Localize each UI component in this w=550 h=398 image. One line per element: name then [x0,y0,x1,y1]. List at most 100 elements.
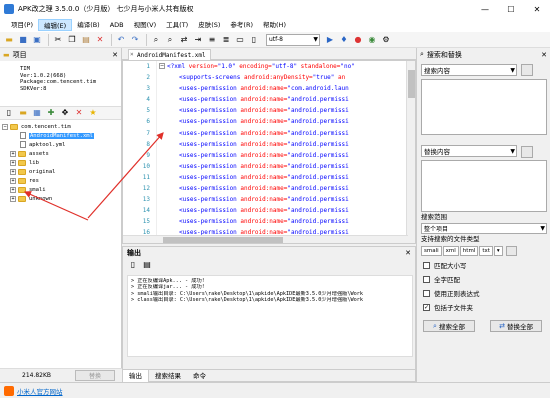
tree-item-apktool[interactable]: apktool.yml [2,140,121,149]
scroll-thumb[interactable] [163,237,283,243]
cut-icon[interactable]: ✂ [52,34,64,46]
code-line[interactable]: <supports-screens android:anyDensity="tr… [167,72,403,83]
maximize-button[interactable]: ☐ [498,0,524,18]
copy-output-icon[interactable]: ▯ [127,259,139,271]
menu-skin[interactable]: 皮肤(S) [193,19,225,31]
close-icon[interactable]: ✕ [541,51,547,59]
open-icon[interactable]: ▬ [3,34,15,46]
filetype-txt[interactable]: txt [479,246,493,256]
build-icon[interactable]: ♦ [338,34,350,46]
close-tab-icon[interactable]: × [130,51,134,58]
tree-folder-lib[interactable]: + lib [2,158,121,167]
outdent-icon[interactable]: ≣ [220,34,232,46]
filetype-smali[interactable]: smali [421,246,442,256]
delete-icon[interactable]: ✕ [94,34,106,46]
menu-view[interactable]: 视图(V) [129,19,162,31]
settings-icon[interactable]: ⚙ [380,34,392,46]
search-input[interactable]: 搜索内容 ▼ [421,64,517,76]
code-line[interactable]: <uses-permission android:name="android.p… [167,150,403,161]
menu-edit[interactable]: 编辑(E) [38,19,73,31]
search-text-area[interactable] [421,79,547,135]
clear-output-icon[interactable]: ▤ [141,259,153,271]
code-line[interactable]: <uses-permission android:name="android.p… [167,216,403,227]
checkbox[interactable] [423,289,430,297]
expand-icon[interactable]: + [10,159,16,166]
option-include-subfolders[interactable]: ✓ 包括子文件夹 [423,302,550,312]
code-line[interactable]: <uses-permission android:name="android.p… [167,205,403,216]
collapse-icon[interactable]: − [159,63,165,69]
code-lines[interactable]: <?xml version="1.0" encoding="utf-8" sta… [167,61,403,243]
android-icon[interactable]: ◉ [366,34,378,46]
code-line[interactable]: <uses-permission android:name="com.andro… [167,83,403,94]
vertical-scrollbar[interactable] [406,61,415,243]
tree-folder-assets[interactable]: + assets [2,149,121,158]
star-icon[interactable]: ★ [87,107,99,119]
minimize-button[interactable]: — [472,0,498,18]
tree-folder-original[interactable]: + original [2,167,121,176]
code-line[interactable]: <uses-permission android:name="android.p… [167,105,403,116]
filetype-xml[interactable]: xml [442,246,459,256]
code-line[interactable]: <uses-permission android:name="android.p… [167,139,403,150]
undo-icon[interactable]: ↶ [115,34,127,46]
menu-build[interactable]: 编译(B) [72,19,105,31]
find-next-icon[interactable]: ⌕ [164,34,176,46]
expand-icon[interactable]: + [10,186,16,193]
search-all-button[interactable]: ⌕ 搜索全部 [423,320,475,332]
replace-icon[interactable]: ⇄ [178,34,190,46]
replace-text-area[interactable] [421,160,547,212]
new-folder-icon[interactable]: ▬ [17,107,29,119]
expand-icon[interactable]: + [10,168,16,175]
replace-input[interactable]: 替换内容 ▼ [421,145,517,157]
checkbox-checked[interactable]: ✓ [423,303,430,311]
tree-folder-res[interactable]: + res [2,176,121,185]
filetype-html[interactable]: html [459,246,479,256]
tree-root[interactable]: − com.tencent.tim [2,122,121,131]
scope-select[interactable]: 整个项目 ▼ [421,223,547,234]
encoding-select[interactable]: utf-8 ▼ [266,33,320,46]
tab-output[interactable]: 输出 [123,369,149,382]
remove-icon[interactable]: ✕ [73,107,85,119]
redo-icon[interactable]: ↷ [129,34,141,46]
scroll-thumb[interactable] [408,70,415,98]
filetype-add-button[interactable] [505,246,517,256]
move-icon[interactable]: ✥ [59,107,71,119]
expand-icon[interactable]: + [10,195,16,202]
expand-icon[interactable]: + [10,177,16,184]
paste-icon[interactable]: ▤ [80,34,92,46]
tree-folder-unknown[interactable]: + unknown [2,194,121,203]
official-site-link[interactable]: 小米人官方网站 [17,386,63,396]
menu-help[interactable]: 帮助(H) [258,19,291,31]
code-line[interactable]: <uses-permission android:name="android.p… [167,116,403,127]
close-window-button[interactable]: ✕ [524,0,550,18]
find-icon[interactable]: ⌕ [150,34,162,46]
code-line[interactable]: <?xml version="1.0" encoding="utf-8" sta… [167,61,403,72]
tree-folder-smali[interactable]: + smali [2,185,121,194]
indent-icon[interactable]: ≡ [206,34,218,46]
menu-project[interactable]: 项目(P) [6,19,38,31]
replace-button[interactable]: 替换 [75,370,116,381]
regex-builder-button[interactable] [521,64,533,76]
collapse-icon[interactable]: − [2,123,8,130]
tab-search-results[interactable]: 搜索结果 [149,370,187,382]
code-line[interactable]: <uses-permission android:name="android.p… [167,128,403,139]
menu-reference[interactable]: 参考(R) [225,19,258,31]
close-icon[interactable]: ✕ [405,249,411,257]
bookmark-icon[interactable]: ▯ [248,34,260,46]
run-icon[interactable]: ▶ [324,34,336,46]
apk-icon[interactable]: ● [352,34,364,46]
menu-adb[interactable]: ADB [105,19,129,31]
menu-tools[interactable]: 工具(T) [161,19,193,31]
replace-builder-button[interactable] [521,146,533,158]
copy-icon[interactable]: ❐ [66,34,78,46]
option-whole-word[interactable]: 全字匹配 [423,274,550,284]
chevron-down-icon[interactable]: ▼ [510,148,515,155]
add-icon[interactable]: ✚ [45,107,57,119]
code-editor[interactable]: 1234567891011121314151617 − <?xml versio… [122,60,416,244]
expand-icon[interactable]: + [10,150,16,157]
code-line[interactable]: <uses-permission android:name="android.p… [167,183,403,194]
filetype-dropdown[interactable]: ▾ [493,246,503,256]
tab-command[interactable]: 命令 [187,370,212,382]
code-line[interactable]: <uses-permission android:name="android.p… [167,94,403,105]
tree-item-manifest[interactable]: AndroidManifest.xml [2,131,121,140]
checkbox[interactable] [423,275,430,283]
